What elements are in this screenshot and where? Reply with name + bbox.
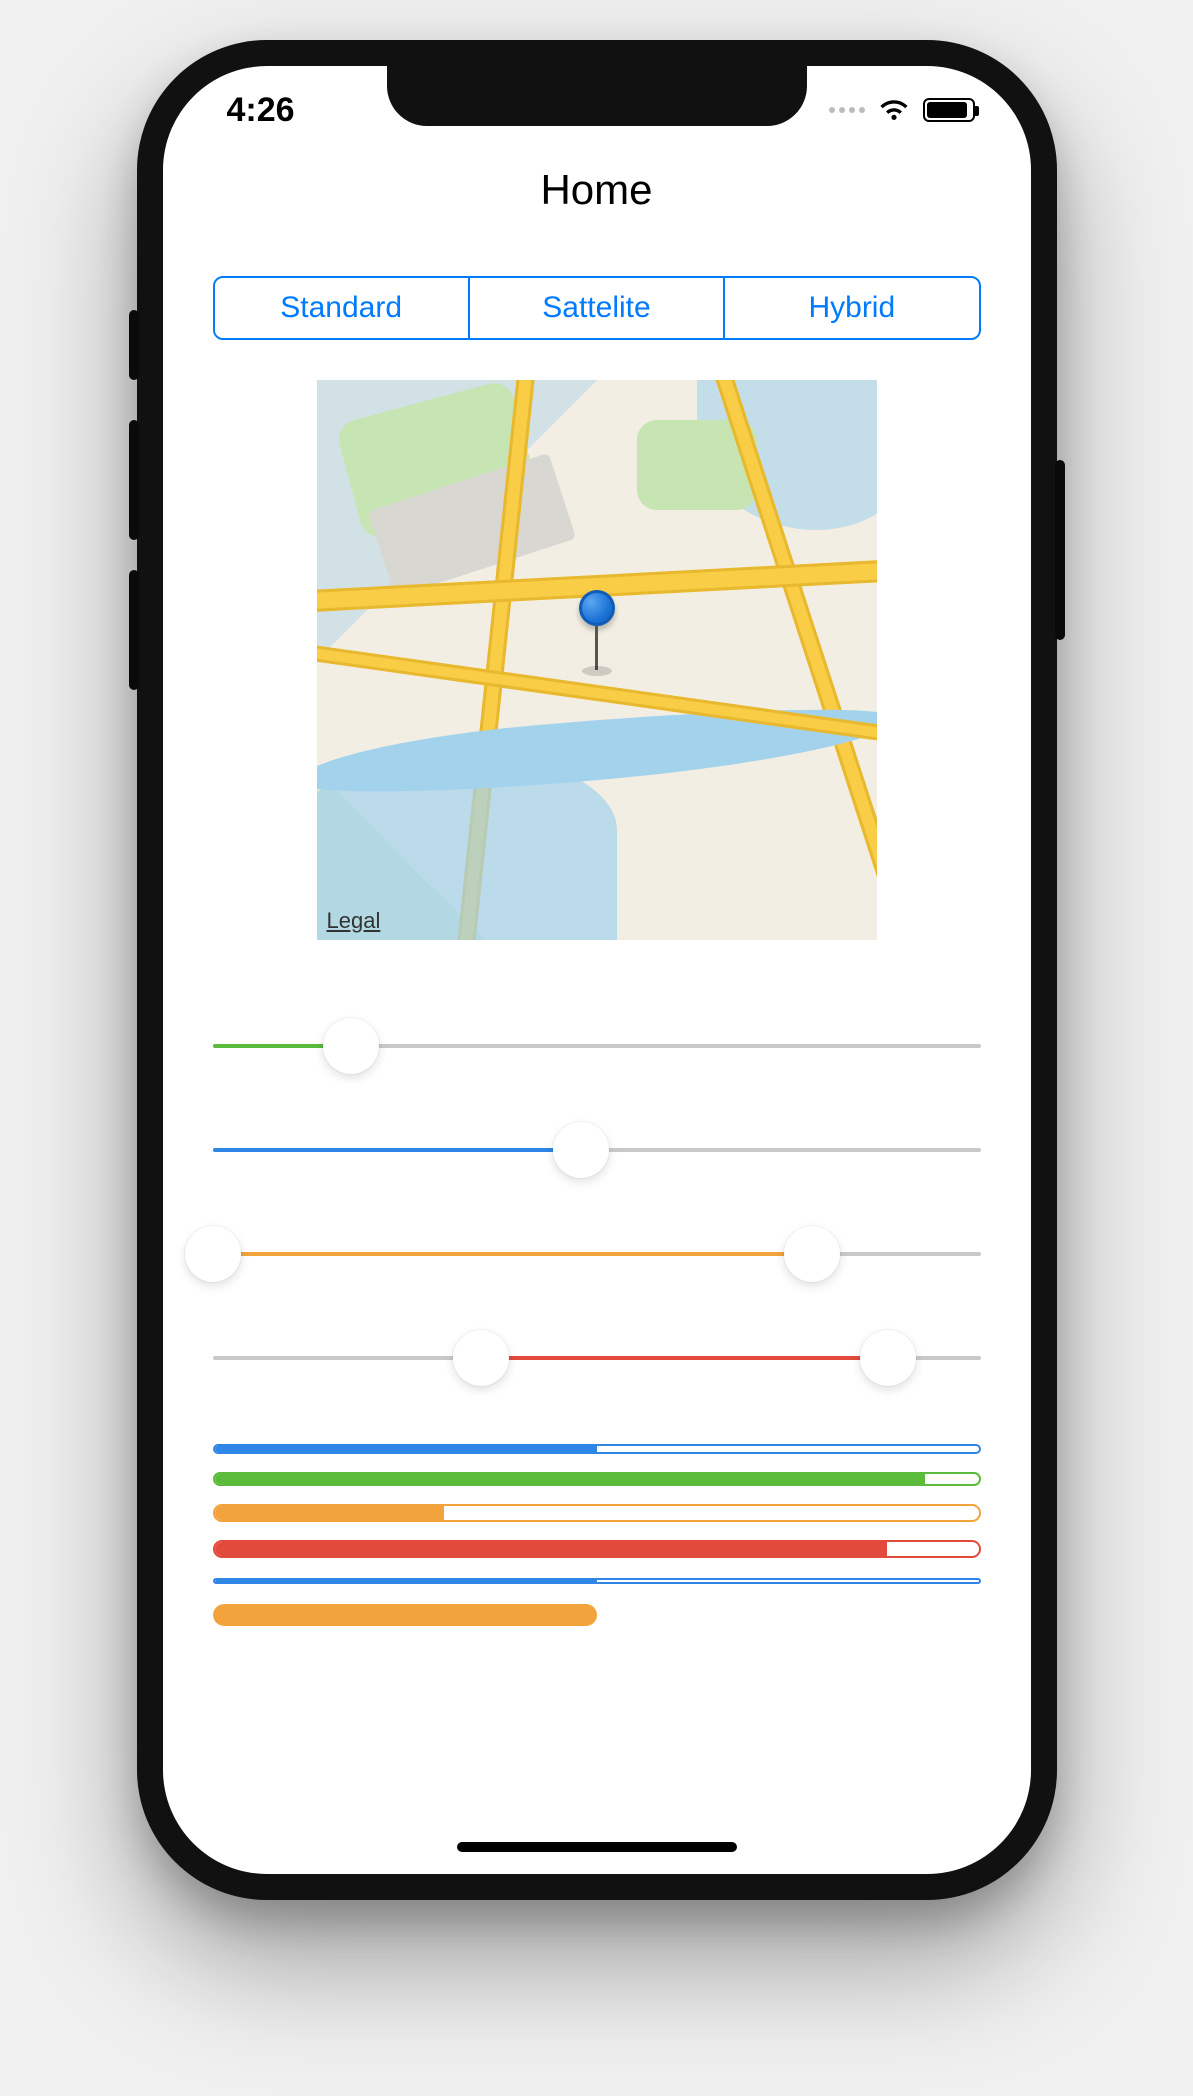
map-legal-link[interactable]: Legal <box>327 908 381 934</box>
map-type-segmented-control[interactable]: Standard Sattelite Hybrid <box>213 276 981 340</box>
slider-1[interactable] <box>213 1020 981 1072</box>
slider-thumb-high[interactable] <box>860 1330 916 1386</box>
slider-thumb[interactable] <box>553 1122 609 1178</box>
slider-thumb-high[interactable] <box>784 1226 840 1282</box>
segment-standard[interactable]: Standard <box>215 278 470 338</box>
device-side-button <box>129 570 139 690</box>
slider-4[interactable] <box>213 1332 981 1384</box>
progress-bar-2 <box>213 1472 981 1486</box>
progress-bar-5 <box>213 1578 981 1584</box>
progress-bar-6 <box>213 1604 981 1626</box>
slider-thumb[interactable] <box>323 1018 379 1074</box>
progress-bar-1 <box>213 1444 981 1454</box>
device-notch <box>387 66 807 126</box>
device-side-button <box>1055 460 1065 640</box>
battery-icon <box>923 98 975 122</box>
sliders-section <box>213 1020 981 1384</box>
slider-3[interactable] <box>213 1228 981 1280</box>
segment-hybrid[interactable]: Hybrid <box>725 278 978 338</box>
slider-thumb-low[interactable] <box>185 1226 241 1282</box>
map-view[interactable]: Legal <box>317 380 877 940</box>
device-side-button <box>129 310 139 380</box>
map-pin-icon[interactable] <box>579 590 615 676</box>
screen: 4:26 Home Standard Sattelite <box>163 66 1031 1874</box>
home-indicator[interactable] <box>457 1842 737 1852</box>
progress-bar-3 <box>213 1504 981 1522</box>
progress-section <box>213 1444 981 1626</box>
slider-2[interactable] <box>213 1124 981 1176</box>
progress-bar-4 <box>213 1540 981 1558</box>
slider-thumb-low[interactable] <box>453 1330 509 1386</box>
status-time: 4:26 <box>227 91 295 130</box>
device-frame: 4:26 Home Standard Sattelite <box>137 40 1057 1900</box>
content: Standard Sattelite Hybrid <box>163 276 1031 1874</box>
segment-satellite[interactable]: Sattelite <box>470 278 725 338</box>
cellular-icon <box>829 107 865 113</box>
page-title: Home <box>163 166 1031 214</box>
status-right <box>829 98 975 122</box>
wifi-icon <box>877 98 911 122</box>
device-side-button <box>129 420 139 540</box>
